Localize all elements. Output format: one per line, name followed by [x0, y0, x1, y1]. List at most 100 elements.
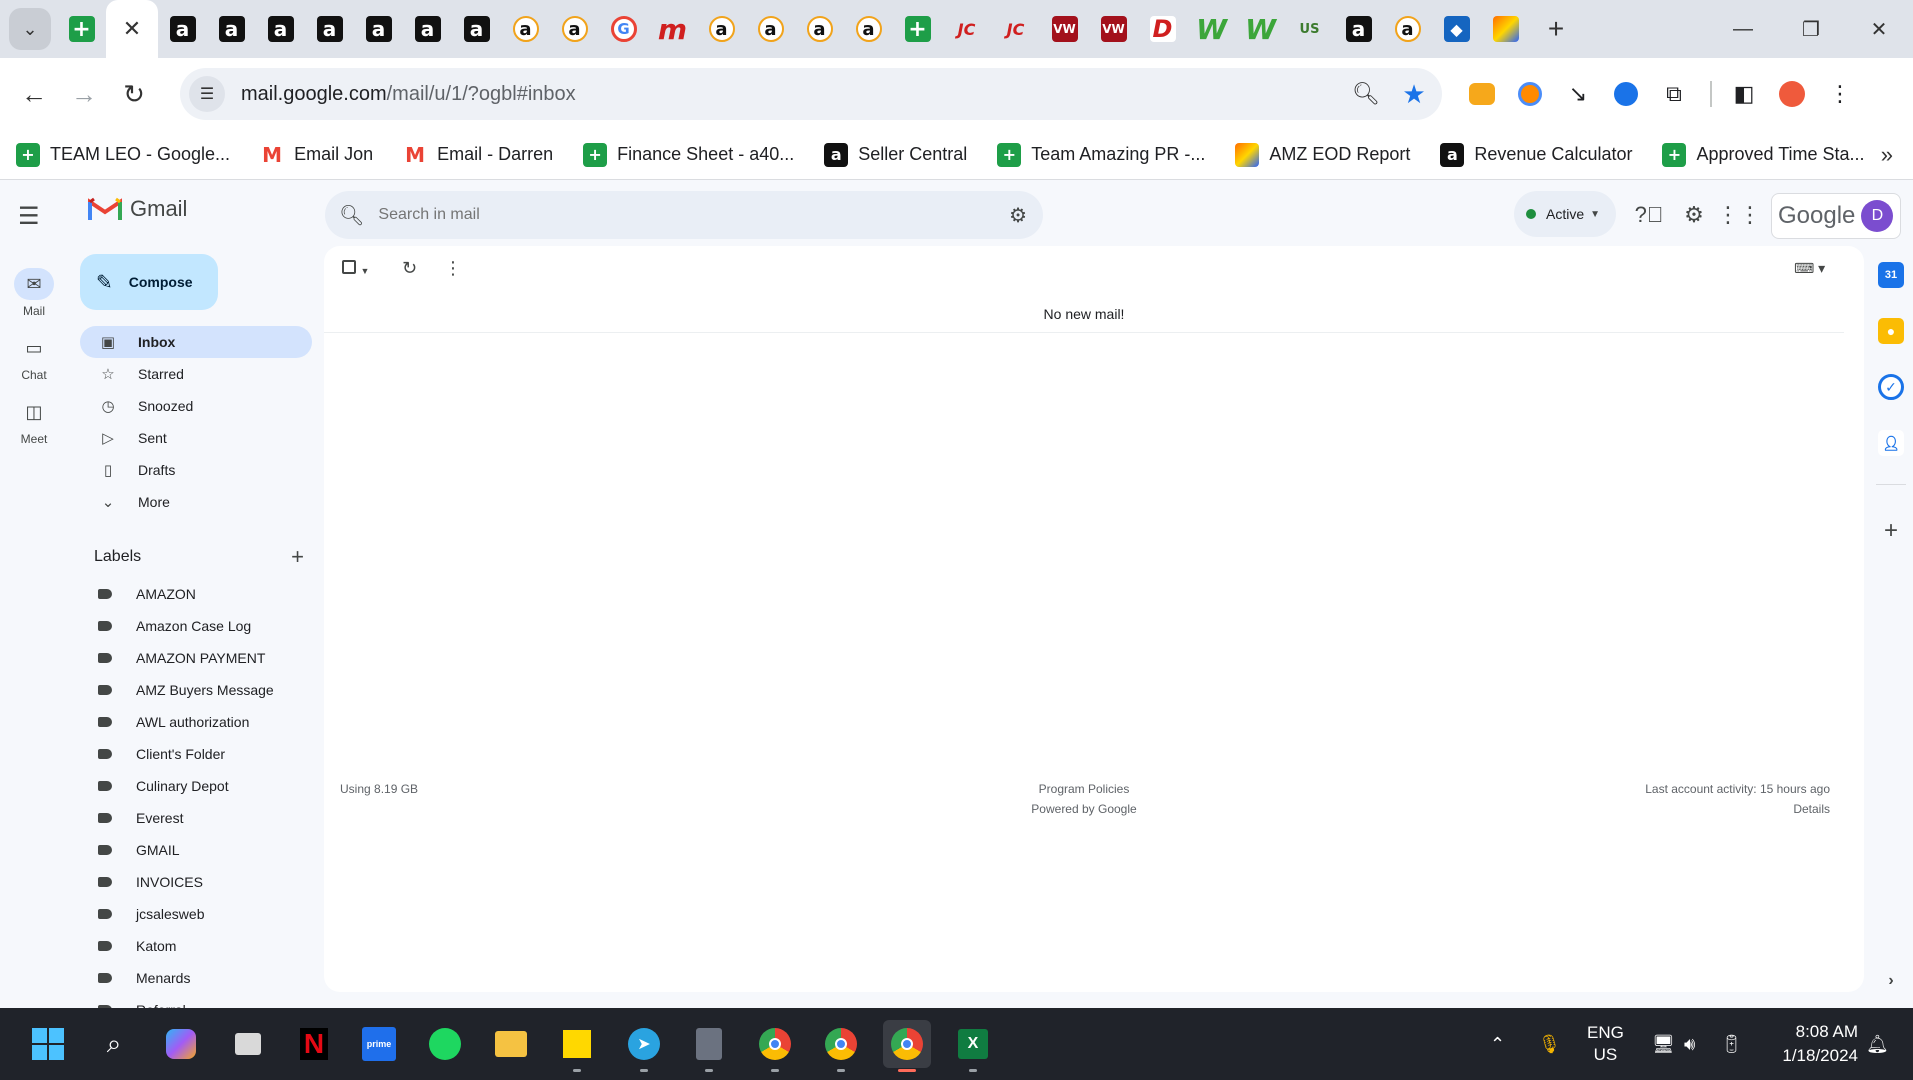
browser-tab[interactable]: a	[256, 0, 305, 58]
volume-icon[interactable]: 🔊︎	[1684, 1008, 1695, 1080]
browser-tab[interactable]: a	[305, 0, 354, 58]
rail-item-chat[interactable]: ▭ Chat	[0, 332, 68, 383]
microphone-icon[interactable]: 🎙︎	[1538, 1008, 1561, 1080]
zoom-icon[interactable]: 🔍︎	[1346, 74, 1386, 114]
profile-avatar[interactable]	[1770, 72, 1814, 116]
account-switcher[interactable]: Google D	[1771, 193, 1901, 239]
help-icon[interactable]: ?⃝	[1634, 200, 1664, 230]
taskbar-copilot-icon[interactable]	[157, 1020, 205, 1068]
nav-item-inbox[interactable]: ▣ Inbox	[80, 326, 312, 358]
contacts-icon[interactable]: 👤︎	[1878, 430, 1904, 456]
compose-button[interactable]: ✎ Compose	[80, 254, 218, 310]
restore-button[interactable]: ❐	[1777, 0, 1845, 58]
browser-tab[interactable]: a	[844, 0, 893, 58]
label-item[interactable]: AWL authorization	[80, 706, 312, 738]
browser-tab[interactable]: JC	[942, 0, 991, 58]
label-item[interactable]: Katom	[80, 930, 312, 962]
extensions-puzzle-icon[interactable]: ⧉	[1652, 72, 1696, 116]
taskbar-chrome-icon[interactable]	[817, 1020, 865, 1072]
browser-tab[interactable]: VW	[1089, 0, 1138, 58]
bookmark-item[interactable]: + Approved Time Sta...	[1662, 142, 1865, 167]
label-item[interactable]: Amazon Case Log	[80, 610, 312, 642]
keep-icon[interactable]: ●	[1878, 318, 1904, 344]
gmail-logo[interactable]: Gmail	[88, 196, 187, 222]
forward-button[interactable]: →	[59, 69, 109, 119]
label-item[interactable]: INVOICES	[80, 866, 312, 898]
nav-item-sent[interactable]: ▷ Sent	[80, 422, 312, 454]
bookmark-item[interactable]: M Email Jon	[260, 143, 373, 167]
tab-search-button[interactable]: ⌄	[9, 8, 51, 50]
main-menu-icon[interactable]: ☰	[18, 202, 40, 231]
bookmark-item[interactable]: + Finance Sheet - a40...	[583, 142, 794, 167]
back-button[interactable]: ←	[9, 69, 59, 119]
browser-tab[interactable]	[1481, 0, 1530, 58]
browser-tab[interactable]: +	[893, 0, 942, 58]
more-actions-icon[interactable]: ⋮	[444, 258, 462, 279]
show-hidden-icons[interactable]: ⌃	[1490, 1008, 1505, 1080]
active-tab[interactable]: ✕	[106, 0, 158, 58]
browser-tab[interactable]: a	[795, 0, 844, 58]
taskbar-stickynotes-icon[interactable]	[553, 1020, 601, 1072]
extension-blue-icon[interactable]	[1604, 72, 1648, 116]
browser-tab[interactable]: US	[1285, 0, 1334, 58]
browser-tab[interactable]: a	[1334, 0, 1383, 58]
label-item[interactable]: jcsalesweb	[80, 898, 312, 930]
address-bar[interactable]: ☰ mail.google.com/mail/u/1/?ogbl#inbox 🔍…	[180, 68, 1442, 120]
tasks-icon[interactable]: ✓	[1878, 374, 1904, 400]
extension-cursor-icon[interactable]: ↘	[1556, 72, 1600, 116]
rail-item-meet[interactable]: ◫ Meet	[0, 396, 68, 447]
bookmark-star-icon[interactable]: ★	[1394, 74, 1434, 114]
avatar[interactable]: D	[1861, 200, 1894, 232]
browser-tab[interactable]: D	[1138, 0, 1187, 58]
taskbar-primevideo-icon[interactable]: prime	[355, 1020, 403, 1068]
browser-tab[interactable]: W	[1187, 0, 1236, 58]
show-side-panel-icon[interactable]: ›	[1878, 968, 1904, 994]
search-icon[interactable]: 🔍︎	[339, 203, 364, 228]
nav-item-starred[interactable]: ☆ Starred	[80, 358, 312, 390]
refresh-icon[interactable]: ↻	[402, 258, 417, 279]
browser-tab[interactable]: a	[697, 0, 746, 58]
taskbar-spotify-icon[interactable]	[421, 1020, 469, 1068]
label-item[interactable]: AMAZON PAYMENT	[80, 642, 312, 674]
label-item[interactable]: AMAZON	[80, 578, 312, 610]
browser-tab[interactable]: G	[599, 0, 648, 58]
language-indicator[interactable]: ENG US	[1587, 1008, 1624, 1080]
minimize-button[interactable]: —	[1709, 0, 1777, 58]
browser-tab[interactable]: a	[207, 0, 256, 58]
taskbar-chrome-icon[interactable]	[883, 1020, 931, 1072]
bookmark-item[interactable]: AMZ EOD Report	[1235, 142, 1410, 167]
browser-tab[interactable]: ◆	[1432, 0, 1481, 58]
input-tools-icon[interactable]: ⌨ ▾	[1794, 260, 1825, 277]
notification-bell-icon[interactable]: 🔔︎	[1866, 1008, 1889, 1080]
nav-item-drafts[interactable]: ▯ Drafts	[80, 454, 312, 486]
taskbar-taskview-icon[interactable]	[224, 1020, 272, 1068]
browser-tab[interactable]: W	[1236, 0, 1285, 58]
close-window-button[interactable]: ✕	[1845, 0, 1913, 58]
browser-tab[interactable]: a	[354, 0, 403, 58]
extension-honey-icon[interactable]	[1460, 72, 1504, 116]
more-bookmarks-icon[interactable]: »	[1881, 142, 1893, 168]
taskbar-telegram-icon[interactable]: ➤	[620, 1020, 668, 1072]
bookmark-item[interactable]: + TEAM LEO - Google...	[16, 142, 230, 167]
side-panel-icon[interactable]: ◧	[1722, 72, 1766, 116]
close-tab-icon[interactable]: ✕	[123, 16, 141, 42]
label-item[interactable]: Referral	[80, 994, 312, 1008]
label-item[interactable]: Everest	[80, 802, 312, 834]
bookmark-item[interactable]: M Email - Darren	[403, 143, 553, 167]
browser-tab[interactable]: JC	[991, 0, 1040, 58]
taskbar-excel-icon[interactable]: X	[949, 1020, 997, 1072]
label-item[interactable]: Culinary Depot	[80, 770, 312, 802]
clock[interactable]: 8:08 AM 1/18/2024	[1770, 1008, 1858, 1080]
calendar-icon[interactable]: 31	[1878, 262, 1904, 288]
browser-tab[interactable]: +	[57, 0, 106, 58]
browser-tab[interactable]: m	[648, 0, 697, 58]
select-all-checkbox[interactable]: ▼	[342, 260, 369, 279]
battery-icon[interactable]: 🔋︎	[1720, 1008, 1743, 1080]
rail-item-mail[interactable]: ✉ Mail	[0, 268, 68, 318]
browser-tab[interactable]: a	[1383, 0, 1432, 58]
site-info-icon[interactable]: ☰	[189, 76, 225, 112]
new-tab-button[interactable]: +	[1536, 9, 1576, 49]
program-policies-link[interactable]: Program Policies	[324, 782, 1844, 796]
browser-tab[interactable]: VW	[1040, 0, 1089, 58]
network-icon[interactable]: 🖥︎	[1652, 1008, 1675, 1080]
